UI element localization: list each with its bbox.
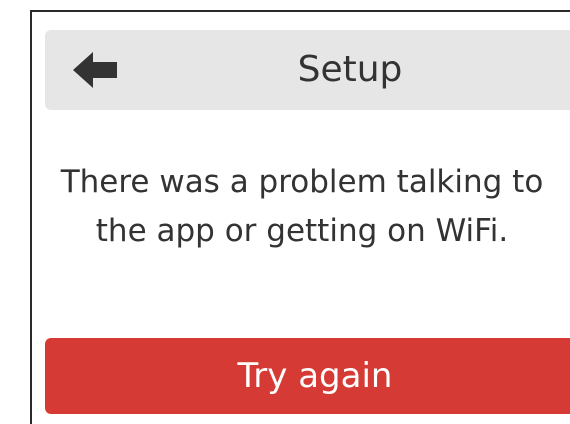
error-message-line-1: There was a problem talking to: [60, 164, 544, 200]
error-message: There was a problem talking to the app o…: [32, 158, 570, 256]
device-screen: Setup There was a problem talking to the…: [30, 10, 570, 424]
error-message-line-2: the app or getting on WiFi.: [95, 213, 509, 249]
try-again-label: Try again: [237, 356, 393, 396]
header-bar: Setup: [45, 30, 570, 110]
back-button[interactable]: [65, 48, 125, 92]
try-again-button[interactable]: Try again: [45, 338, 570, 414]
arrow-left-icon: [73, 52, 117, 88]
